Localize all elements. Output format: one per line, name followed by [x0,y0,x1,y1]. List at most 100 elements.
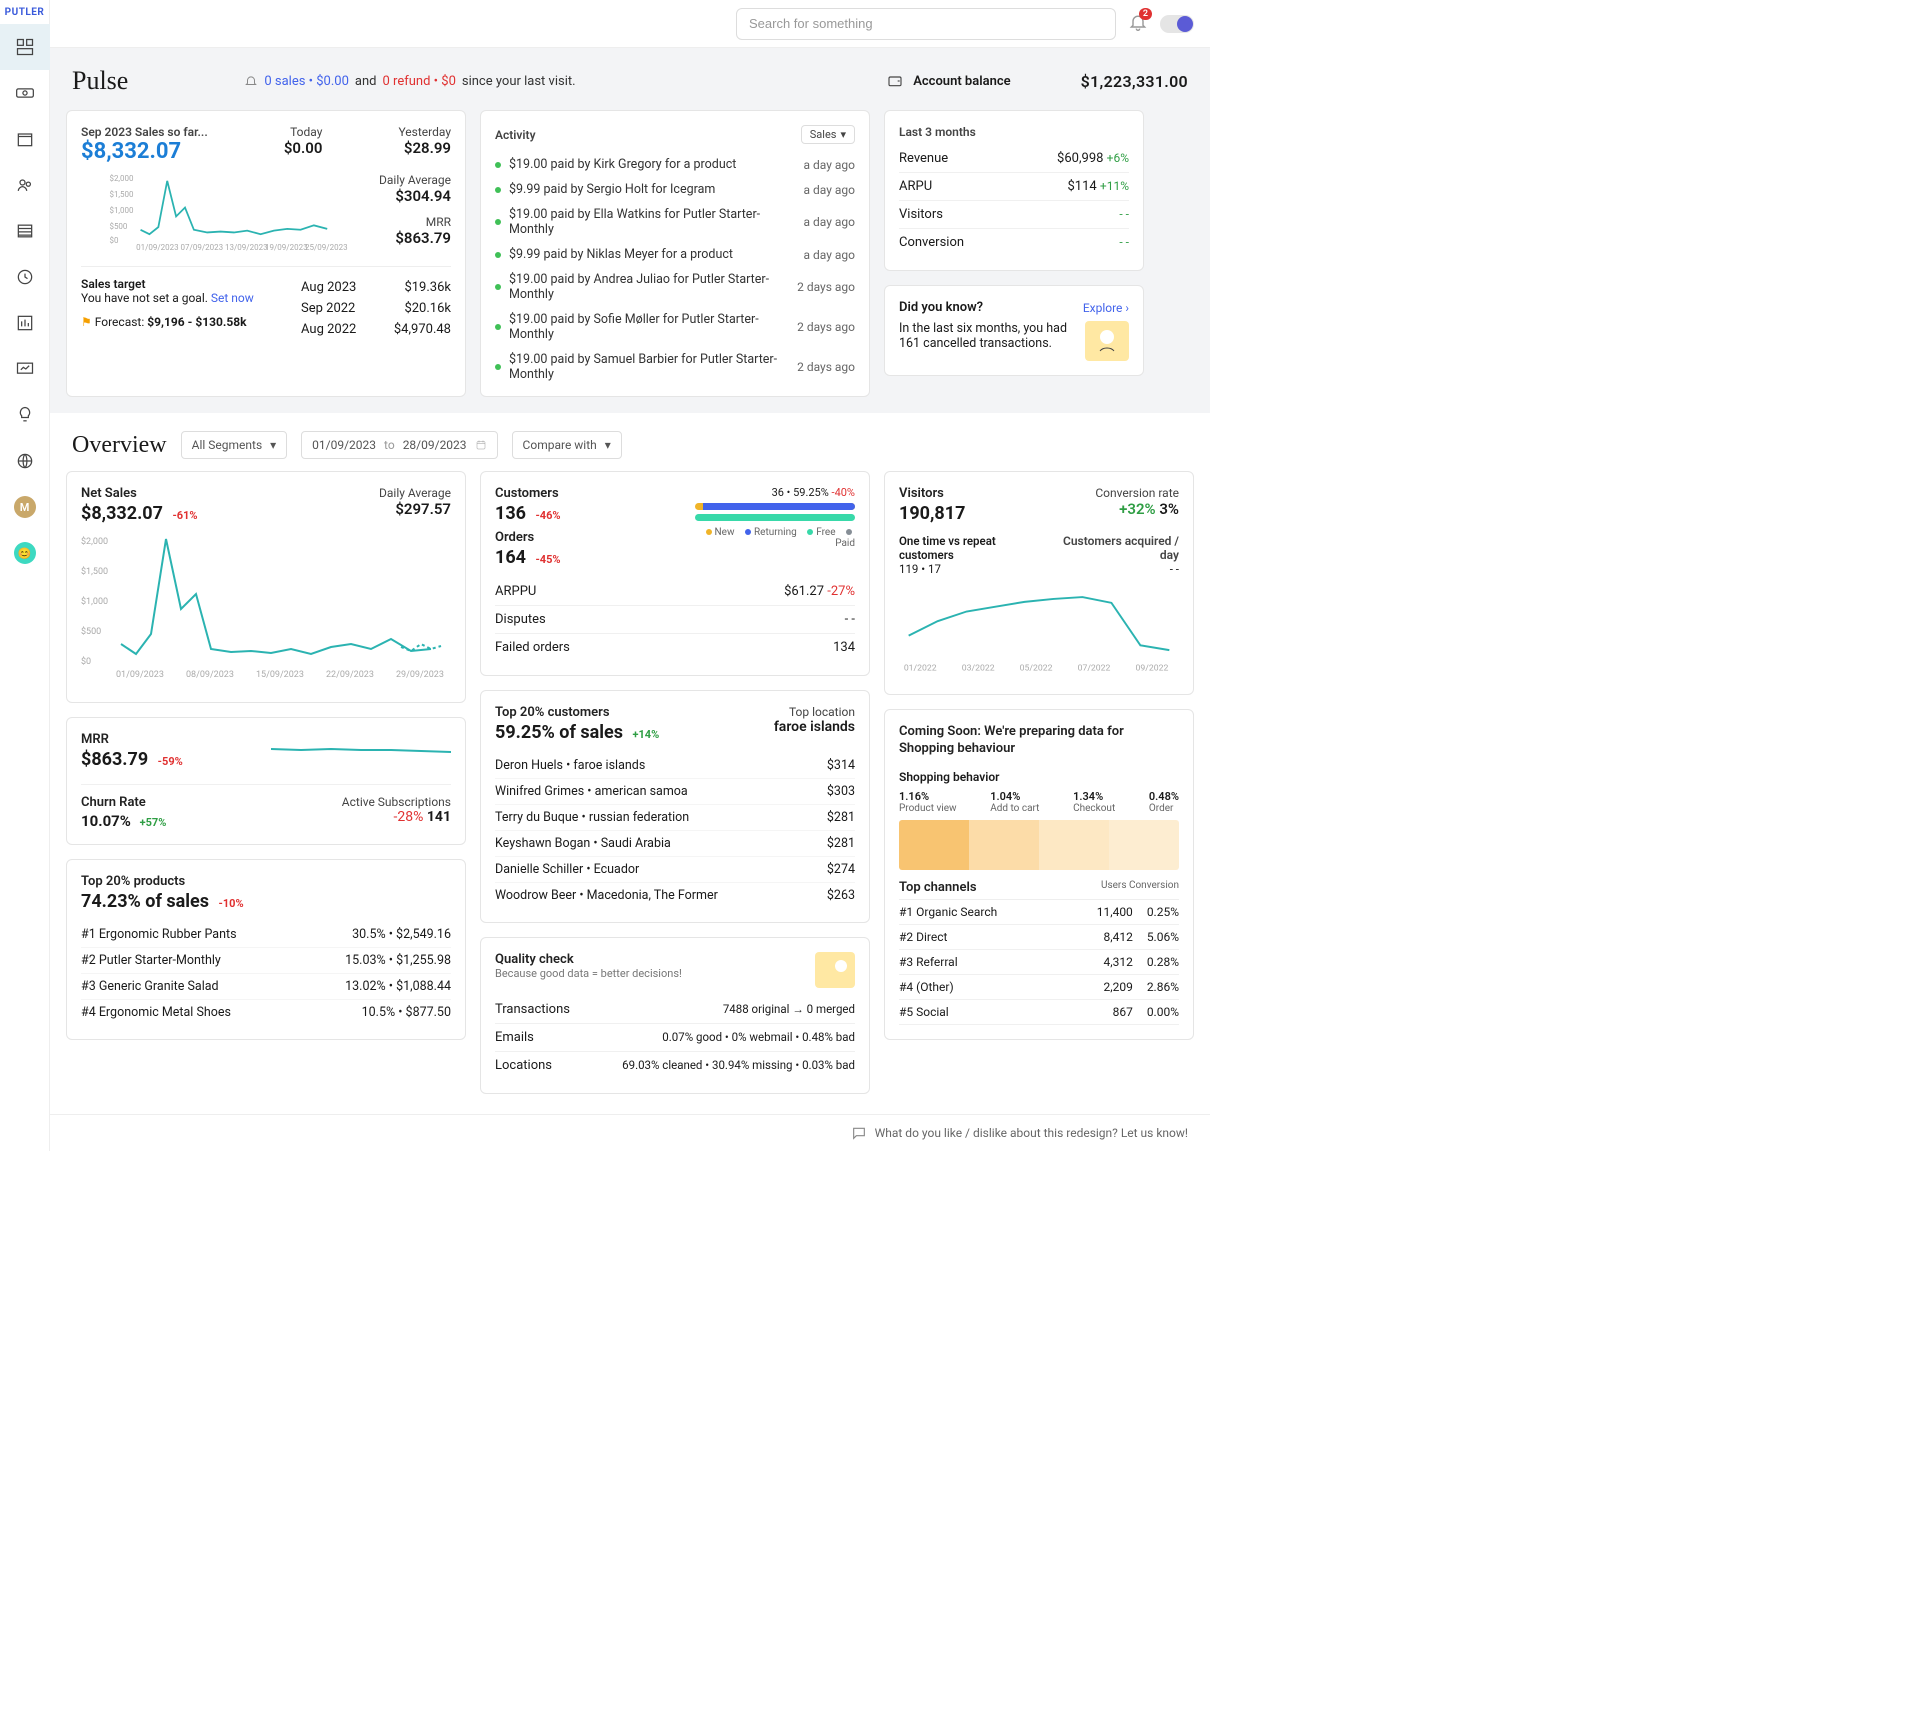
customer-row[interactable]: Woodrow Beer • Macedonia, The Former$263 [495,883,855,908]
balance-value: $1,223,331.00 [1081,72,1188,91]
svg-text:01/09/2023: 01/09/2023 [116,670,164,680]
search-input[interactable] [736,8,1116,40]
pulse-message: 0 sales • $0.00 and 0 refund • $0 since … [244,74,575,89]
svg-text:$500: $500 [81,626,101,637]
nav-account-m[interactable]: M [0,484,50,530]
activity-row[interactable]: $19.00 paid by Ella Watkins for Putler S… [495,202,855,242]
activity-row[interactable]: $19.00 paid by Samuel Barbier for Putler… [495,347,855,382]
channel-row[interactable]: #1 Organic Search11,4000.25% [899,900,1179,925]
date-range[interactable]: 01/09/2023 to 28/09/2023 [301,431,497,459]
mrr-sparkline [271,741,451,761]
product-row[interactable]: #2 Putler Starter-Monthly15.03% • $1,255… [81,948,451,974]
svg-text:13/09/2023: 13/09/2023 [225,243,268,252]
activity-filter[interactable]: Sales ▾ [801,125,855,144]
customer-row[interactable]: Danielle Schiller • Ecuador$274 [495,857,855,883]
product-row[interactable]: #4 Ergonomic Metal Shoes10.5% • $877.50 [81,1000,451,1025]
svg-text:$1,500: $1,500 [109,190,134,199]
customer-row[interactable]: Winifred Grimes • american samoa$303 [495,779,855,805]
nav-globe[interactable] [0,438,50,484]
svg-text:$0: $0 [109,236,118,245]
svg-text:25/09/2023: 25/09/2023 [305,243,348,252]
sales-card: Sep 2023 Sales so far... $8,332.07 Today… [66,110,466,397]
funnel-chart [899,820,1179,870]
overview-header: Overview All Segments▾ 01/09/2023 to 28/… [50,413,1210,471]
topbar: 2 [50,0,1210,48]
nav-money[interactable] [0,70,50,116]
channel-row[interactable]: #2 Direct8,4125.06% [899,925,1179,950]
nav-refresh[interactable] [0,254,50,300]
customer-row[interactable]: Keyshawn Bogan • Saudi Arabia$281 [495,831,855,857]
dyk-illustration [1085,321,1129,361]
svg-text:$1,000: $1,000 [109,206,134,215]
activity-row[interactable]: $19.00 paid by Kirk Gregory for a produc… [495,152,855,177]
svg-text:01/2022: 01/2022 [904,663,937,673]
nav-users[interactable] [0,162,50,208]
overview-title: Overview [72,432,167,459]
notifications-button[interactable]: 2 [1128,12,1148,36]
dyk-card: Did you know? Explore › In the last six … [884,285,1144,376]
balance-label: Account balance [913,74,1010,89]
nav-dashboard[interactable] [0,24,50,70]
svg-text:29/09/2023: 29/09/2023 [396,670,444,680]
chevron-down-icon: ▾ [840,128,846,141]
last3-card: Last 3 months Revenue$60,998 +6%ARPU$114… [884,110,1144,271]
brand-logo: PUTLER [0,0,50,24]
sales-sparkline: $2,000 $1,500 $1,000 $500 $0 01/09/202307/09… [81,172,369,252]
svg-text:$1,000: $1,000 [81,596,108,607]
top-customers-card: Top 20% customers59.25% of sales +14% To… [480,690,870,923]
product-row[interactable]: #1 Ergonomic Rubber Pants30.5% • $2,549.… [81,922,451,948]
shopping-card: Coming Soon: We're preparing data for Sh… [884,709,1194,1040]
svg-text:08/09/2023: 08/09/2023 [186,670,234,680]
quality-card: Quality checkBecause good data = better … [480,937,870,1094]
activity-row[interactable]: $19.00 paid by Sofie Møller for Putler S… [495,307,855,347]
sidebar: PUTLER M 😊 [0,0,50,1151]
bell-icon [244,74,258,88]
product-row[interactable]: #3 Generic Granite Salad13.02% • $1,088.… [81,974,451,1000]
svg-text:$0: $0 [81,656,91,667]
customer-row[interactable]: Deron Huels • faroe islands$314 [495,753,855,779]
customer-row[interactable]: Terry du Buque • russian federation$281 [495,805,855,831]
channel-row[interactable]: #4 (Other)2,2092.86% [899,975,1179,1000]
nav-account-emoji[interactable]: 😊 [0,530,50,576]
nav-box[interactable] [0,116,50,162]
top-products-card: Top 20% products 74.23% of sales -10% #1… [66,859,466,1040]
pulse-title: Pulse [72,66,128,96]
wallet-icon [887,73,903,89]
activity-row[interactable]: $9.99 paid by Niklas Meyer for a product… [495,242,855,267]
activity-card: Activity Sales ▾ $19.00 paid by Kirk Gre… [480,110,870,397]
activity-row[interactable]: $19.00 paid by Andrea Juliao for Putler … [495,267,855,307]
svg-text:01/09/2023: 01/09/2023 [136,243,179,252]
visitors-chart: 01/2022 03/2022 05/2022 07/2022 09/2022 [899,576,1179,676]
svg-text:05/2022: 05/2022 [1020,663,1053,673]
visitors-card: Visitors190,817 Conversion rate+32% 3% O… [884,471,1194,695]
svg-text:09/2022: 09/2022 [1136,663,1169,673]
svg-text:$2,000: $2,000 [81,536,108,547]
chat-icon [851,1125,867,1141]
set-goal-link[interactable]: Set now [211,291,254,305]
compare-select[interactable]: Compare with▾ [512,431,622,459]
netsales-card: Net Sales$8,332.07 -61% Daily Average$29… [66,471,466,703]
netsales-chart: $2,000 $1,500 $1,000 $500 $0 01/09/2023 08/09… [81,524,451,684]
notification-count: 2 [1139,8,1152,20]
svg-text:$500: $500 [109,222,127,231]
feedback-bar[interactable]: What do you like / dislike about this re… [50,1114,1210,1151]
calendar-icon [475,439,487,451]
theme-toggle[interactable] [1160,15,1194,33]
svg-text:$1,500: $1,500 [81,566,108,577]
svg-text:15/09/2023: 15/09/2023 [256,670,304,680]
nav-chart[interactable] [0,300,50,346]
svg-text:$2,000: $2,000 [109,174,134,183]
chevron-down-icon: ▾ [605,438,611,452]
svg-text:03/2022: 03/2022 [962,663,995,673]
channel-row[interactable]: #5 Social8670.00% [899,1000,1179,1025]
channel-row[interactable]: #3 Referral4,3120.28% [899,950,1179,975]
svg-text:07/2022: 07/2022 [1078,663,1111,673]
explore-link[interactable]: Explore › [1083,301,1129,315]
nav-idea[interactable] [0,392,50,438]
nav-presentation[interactable] [0,346,50,392]
nav-list[interactable] [0,208,50,254]
svg-text:07/09/2023: 07/09/2023 [181,243,224,252]
activity-row[interactable]: $9.99 paid by Sergio Holt for Icegrama d… [495,177,855,202]
mrr-card: MRR$863.79 -59% Churn Rate10.07% +57% Ac… [66,717,466,845]
segment-select[interactable]: All Segments▾ [181,431,288,459]
